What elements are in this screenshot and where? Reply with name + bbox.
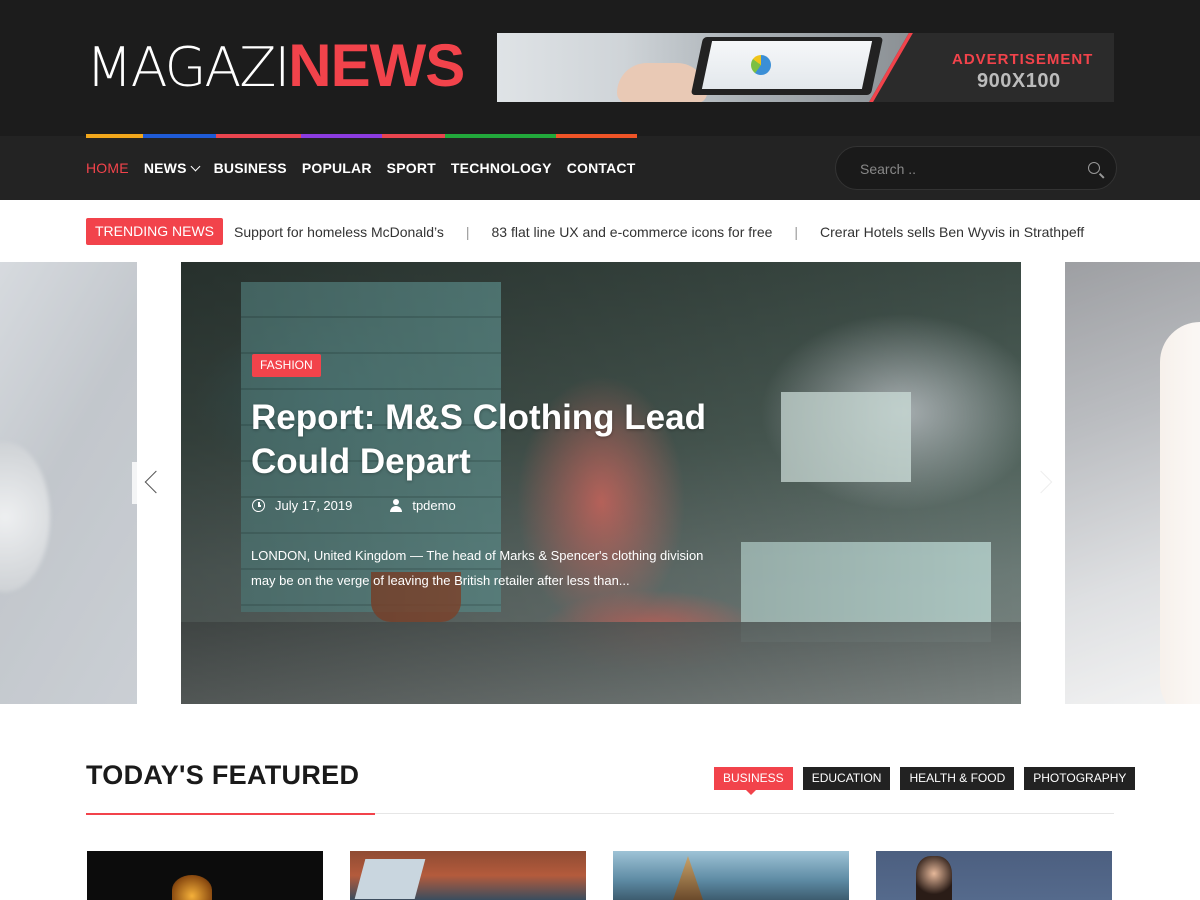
tab-education[interactable]: EDUCATION	[802, 767, 891, 790]
prev-slide-preview[interactable]	[0, 262, 137, 704]
color-stripe	[301, 134, 382, 138]
ad-laptop-screen	[701, 41, 873, 89]
featured-cards	[87, 851, 1112, 900]
separator: |	[465, 224, 470, 240]
color-stripe	[382, 134, 445, 138]
featured-tabs: BUSINESS EDUCATION HEALTH & FOOD PHOTOGR…	[714, 767, 1136, 795]
trending-item[interactable]: Crerar Hotels sells Ben Wyvis in Strathp…	[820, 224, 1084, 240]
tab-photography[interactable]: PHOTOGRAPHY	[1024, 767, 1136, 790]
slide-meta: July 17, 2019 tpdemo	[252, 498, 456, 513]
card-image-detail	[354, 859, 426, 899]
color-stripe	[143, 134, 216, 138]
nav-item-sport[interactable]: SPORT	[387, 160, 436, 176]
slide-title[interactable]: Report: M&S Clothing Lead Could Depart	[251, 396, 771, 484]
advertisement-banner[interactable]: ADVERTISEMENT 900X100	[497, 33, 1114, 102]
slider-prev-button[interactable]	[132, 462, 170, 504]
nav-item-contact[interactable]: CONTACT	[567, 160, 636, 176]
separator: |	[794, 224, 799, 240]
ad-pie-chart-icon	[751, 55, 771, 75]
color-stripe	[556, 134, 637, 138]
trending-label: TRENDING NEWS	[86, 218, 223, 245]
site-header: MAGAZINEWS ADVERTISEMENT 900X100	[0, 0, 1200, 136]
nav-menu: HOME NEWS BUSINESS POPULAR SPORT TECHNOL…	[86, 136, 650, 200]
slide-excerpt: LONDON, United Kingdom — The head of Mar…	[251, 548, 704, 588]
trending-item[interactable]: Support for homeless McDonald’s	[234, 224, 444, 240]
clock-icon	[252, 499, 265, 512]
featured-card-image[interactable]	[87, 851, 323, 900]
card-image-detail	[172, 875, 212, 900]
color-stripe	[86, 134, 143, 138]
nav-item-technology[interactable]: TECHNOLOGY	[451, 160, 552, 176]
featured-card-image[interactable]	[613, 851, 849, 900]
chevron-down-icon	[190, 161, 201, 171]
logo-part-1: MAGAZI	[86, 36, 290, 99]
ad-size: 900X100	[977, 70, 1061, 92]
featured-card-image[interactable]	[350, 851, 586, 900]
chevron-left-icon	[144, 470, 168, 494]
card-image-detail	[916, 856, 952, 900]
nav-item-news[interactable]: NEWS	[143, 160, 201, 176]
color-stripe	[216, 134, 301, 138]
search-icon[interactable]	[1088, 162, 1100, 174]
slide-date[interactable]: July 17, 2019	[275, 498, 352, 513]
featured-card-image[interactable]	[876, 851, 1112, 900]
chevron-right-icon	[1029, 470, 1053, 494]
site-logo[interactable]: MAGAZINEWS	[86, 36, 465, 99]
nav-item-news-label: NEWS	[143, 160, 187, 176]
tab-business[interactable]: BUSINESS	[714, 767, 793, 795]
nav-item-business[interactable]: BUSINESS	[214, 160, 287, 176]
ad-label: ADVERTISEMENT	[952, 51, 1094, 68]
next-slide-preview[interactable]	[1065, 262, 1200, 704]
slide-author[interactable]: tpdemo	[412, 498, 455, 513]
trending-bar: TRENDING NEWS Support for homeless McDon…	[0, 200, 1200, 262]
page: MAGAZINEWS ADVERTISEMENT 900X100 HOME NE…	[0, 0, 1200, 900]
nav-item-home[interactable]: HOME	[86, 160, 129, 176]
nav-color-stripes	[86, 134, 637, 138]
slider-next-button[interactable]	[1028, 462, 1066, 504]
search-input[interactable]	[860, 159, 1060, 179]
search-box	[835, 146, 1117, 190]
section-divider-accent	[86, 813, 375, 815]
slide-image	[0, 442, 50, 592]
trending-item[interactable]: 83 flat line UX and e-commerce icons for…	[491, 224, 772, 240]
user-icon	[390, 499, 403, 512]
logo-part-2: NEWS	[288, 32, 465, 99]
card-image-detail	[673, 856, 703, 900]
trending-items: Support for homeless McDonald’s | 83 fla…	[234, 224, 1084, 240]
color-stripe	[445, 134, 556, 138]
nav-item-popular[interactable]: POPULAR	[302, 160, 372, 176]
section-title: TODAY'S FEATURED	[86, 760, 360, 790]
tab-health-food[interactable]: HEALTH & FOOD	[900, 767, 1015, 790]
slide-image	[1160, 322, 1200, 704]
category-badge[interactable]: FASHION	[252, 354, 321, 377]
